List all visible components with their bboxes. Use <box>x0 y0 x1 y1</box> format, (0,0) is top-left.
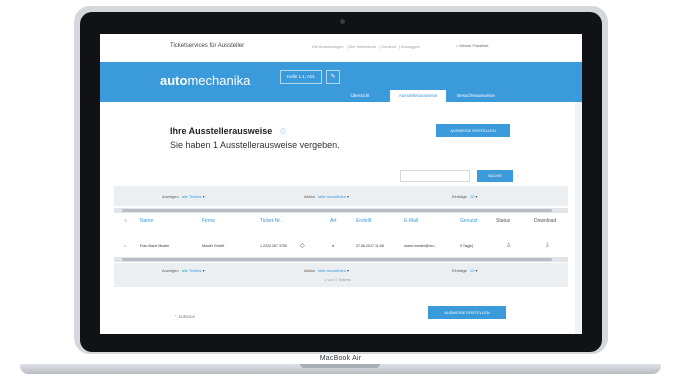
tab-exhibitor-passes[interactable]: Ausstellerausweise <box>390 90 446 102</box>
entries-filter-bottom[interactable]: Einträge 10 ▾ <box>452 268 477 273</box>
col-ticket[interactable]: Ticket-Nr. <box>260 218 281 224</box>
cell-type: ● <box>332 244 335 248</box>
tab-overview[interactable]: Übersicht <box>330 90 390 102</box>
row-checkbox[interactable]: ○ <box>124 244 126 248</box>
page-subtitle: Sie haben 1 Ausstellerausweise vergeben. <box>170 140 340 150</box>
top-link-cart[interactable]: Ihre Warenkorb <box>349 44 376 49</box>
hall-selector[interactable]: Halle 1.1, A01 <box>280 70 322 84</box>
col-company[interactable]: Firma <box>202 218 215 224</box>
action-filter-bottom[interactable]: Aktion bitte auswählen ▾ <box>304 268 349 273</box>
top-links: Die Anmeldungen | Ihre Warenkorb | Deutsch… <box>312 44 420 49</box>
col-download: Download <box>534 218 557 224</box>
create-passes-button[interactable]: AUSWEISE ERSTELLEN <box>436 124 510 137</box>
table-header: ○ Name Firma Ticket-Nr. Art Erstellt E-M… <box>114 214 568 230</box>
table-row[interactable]: ○ Frau Marie Muster Muster GmbH 1 2224 2… <box>114 237 568 255</box>
search-input[interactable] <box>400 170 470 182</box>
action-filter[interactable]: Aktion bitte auswählen ▾ <box>304 194 349 199</box>
app-title: Ticketservices für Aussteller <box>170 43 245 49</box>
col-used[interactable]: Genutzt <box>460 218 478 224</box>
download-icon[interactable]: ⤓ <box>546 242 549 249</box>
user-label: Messe Frankfurt <box>459 43 489 48</box>
chevron-up-icon: ⌃ <box>174 314 178 319</box>
device-label: MacBook Air <box>319 355 362 362</box>
top-link-logout[interactable]: Ausloggen <box>401 44 420 49</box>
browser-screen: Ticketservices für Aussteller Die Anmeld… <box>100 34 582 334</box>
top-link-registrations[interactable]: Die Anmeldungen <box>312 44 344 49</box>
col-type[interactable]: Art <box>330 218 336 224</box>
camera-icon <box>340 19 345 24</box>
col-created[interactable]: Erstellt <box>356 218 371 224</box>
top-bar: Ticketservices für Aussteller Die Anmeld… <box>100 34 582 63</box>
edit-icon[interactable]: ✎ <box>326 70 340 84</box>
back-link[interactable]: ⌃ ZURÜCK <box>174 314 195 319</box>
filter-bar-top: Anzeigen alle Tickets ▾ Aktion bitte auswä… <box>114 186 568 206</box>
col-name[interactable]: Name <box>140 218 153 224</box>
cell-company: Muster GmbH <box>202 244 225 248</box>
laptop-notch <box>300 364 380 368</box>
page-title: Ihre Ausstellerausweise <box>170 126 273 136</box>
ticket-icon[interactable]: ◇ <box>300 242 305 249</box>
search-button[interactable]: SUCHE <box>477 170 513 182</box>
col-status: Status <box>496 218 511 224</box>
cell-used: 0 Tag(e) <box>460 244 474 248</box>
show-filter[interactable]: Anzeigen alle Tickets ▾ <box>162 194 205 199</box>
automechanika-logo: automechanika <box>160 73 251 88</box>
user-menu[interactable]: ⌂ Messe Frankfurt <box>456 43 488 48</box>
filter-bar-bottom: Anzeigen alle Tickets ▾ Aktion bitte auswä… <box>114 263 568 287</box>
cell-created: 27.06.2017 11:08 <box>356 244 384 248</box>
user-icon: ⌂ <box>456 43 459 48</box>
top-link-language[interactable]: Deutsch <box>381 44 396 49</box>
cell-name: Frau Marie Muster <box>140 244 170 248</box>
cell-ticket: 1 2224 267 3750 <box>260 244 287 248</box>
status-person-icon: ♙ <box>506 243 512 249</box>
page-scrollbar[interactable] <box>575 102 582 334</box>
col-email[interactable]: E-Mail <box>404 218 418 224</box>
show-filter-bottom[interactable]: Anzeigen alle Tickets ▾ <box>162 268 205 273</box>
tab-bar: Übersicht Ausstellerausweise Besucheraus… <box>330 90 506 102</box>
hero-banner: automechanika Halle 1.1, A01 ✎ Übersicht… <box>100 62 582 102</box>
create-passes-button-bottom[interactable]: AUSWEISE ERSTELLEN <box>428 306 506 319</box>
info-icon[interactable]: ⓘ <box>280 127 286 136</box>
cell-email: marie.muster@mu… <box>404 244 438 248</box>
select-all-checkbox[interactable]: ○ <box>124 218 127 224</box>
table-scrollbar-bottom[interactable] <box>114 257 568 262</box>
entries-filter[interactable]: Einträge 10 ▾ <box>452 194 477 199</box>
tab-visitor-passes[interactable]: Besucherausweise <box>446 90 506 102</box>
table-scrollbar-top[interactable] <box>114 208 568 213</box>
ticket-count: 1 von 1 Tickets <box>324 277 351 282</box>
